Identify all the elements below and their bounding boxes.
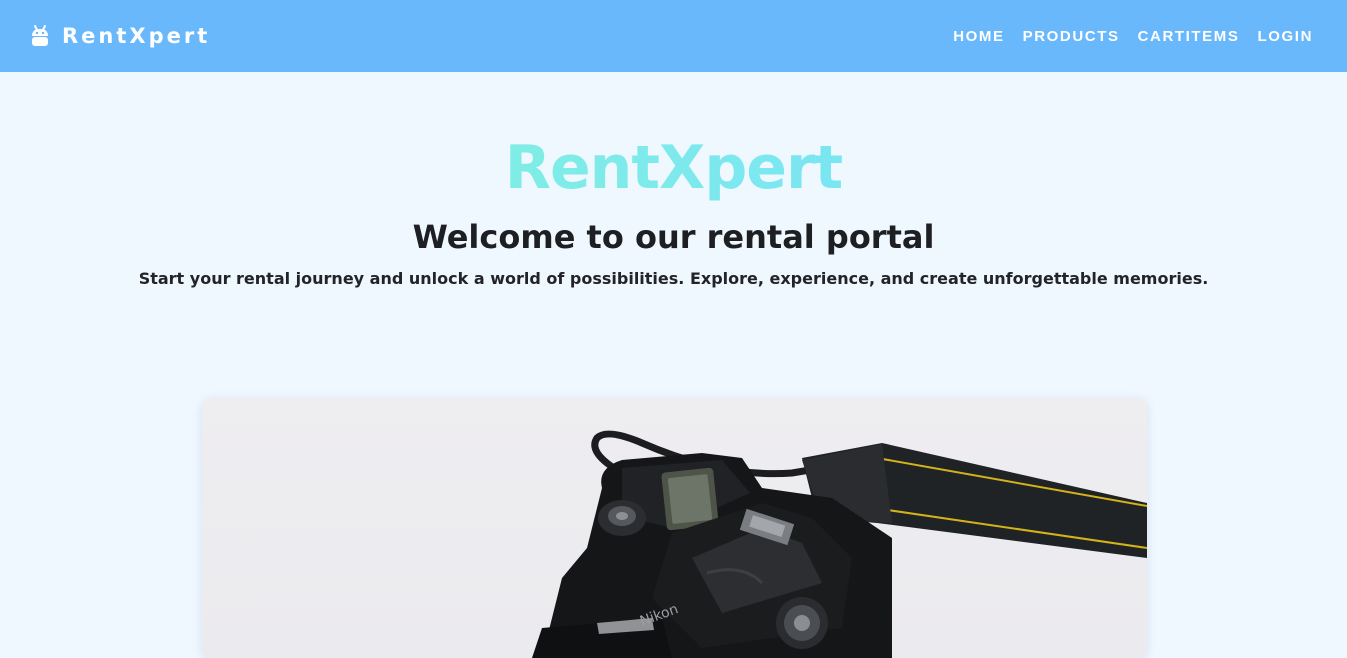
nav-login-link[interactable]: LOGIN [1258, 28, 1314, 45]
hero-image-card: Nikon [202, 398, 1147, 658]
brand-logo[interactable]: RentXpert [30, 24, 210, 48]
hero-title: RentXpert [0, 130, 1347, 206]
nav-products-link[interactable]: PRODUCTS [1023, 28, 1120, 45]
navbar: RentXpert HOME PRODUCTS CARTITEMS LOGIN [0, 0, 1347, 72]
nav-home-link[interactable]: HOME [953, 28, 1004, 45]
nav-cartitems-link[interactable]: CARTITEMS [1138, 28, 1240, 45]
nav-links: HOME PRODUCTS CARTITEMS LOGIN [953, 28, 1317, 45]
camera-image: Nikon [532, 430, 1147, 658]
android-icon [30, 24, 50, 48]
brand-name: RentXpert [62, 24, 211, 48]
hero-heading: Welcome to our rental portal [412, 218, 935, 256]
hero-subtitle: Start your rental journey and unlock a w… [138, 269, 1209, 288]
